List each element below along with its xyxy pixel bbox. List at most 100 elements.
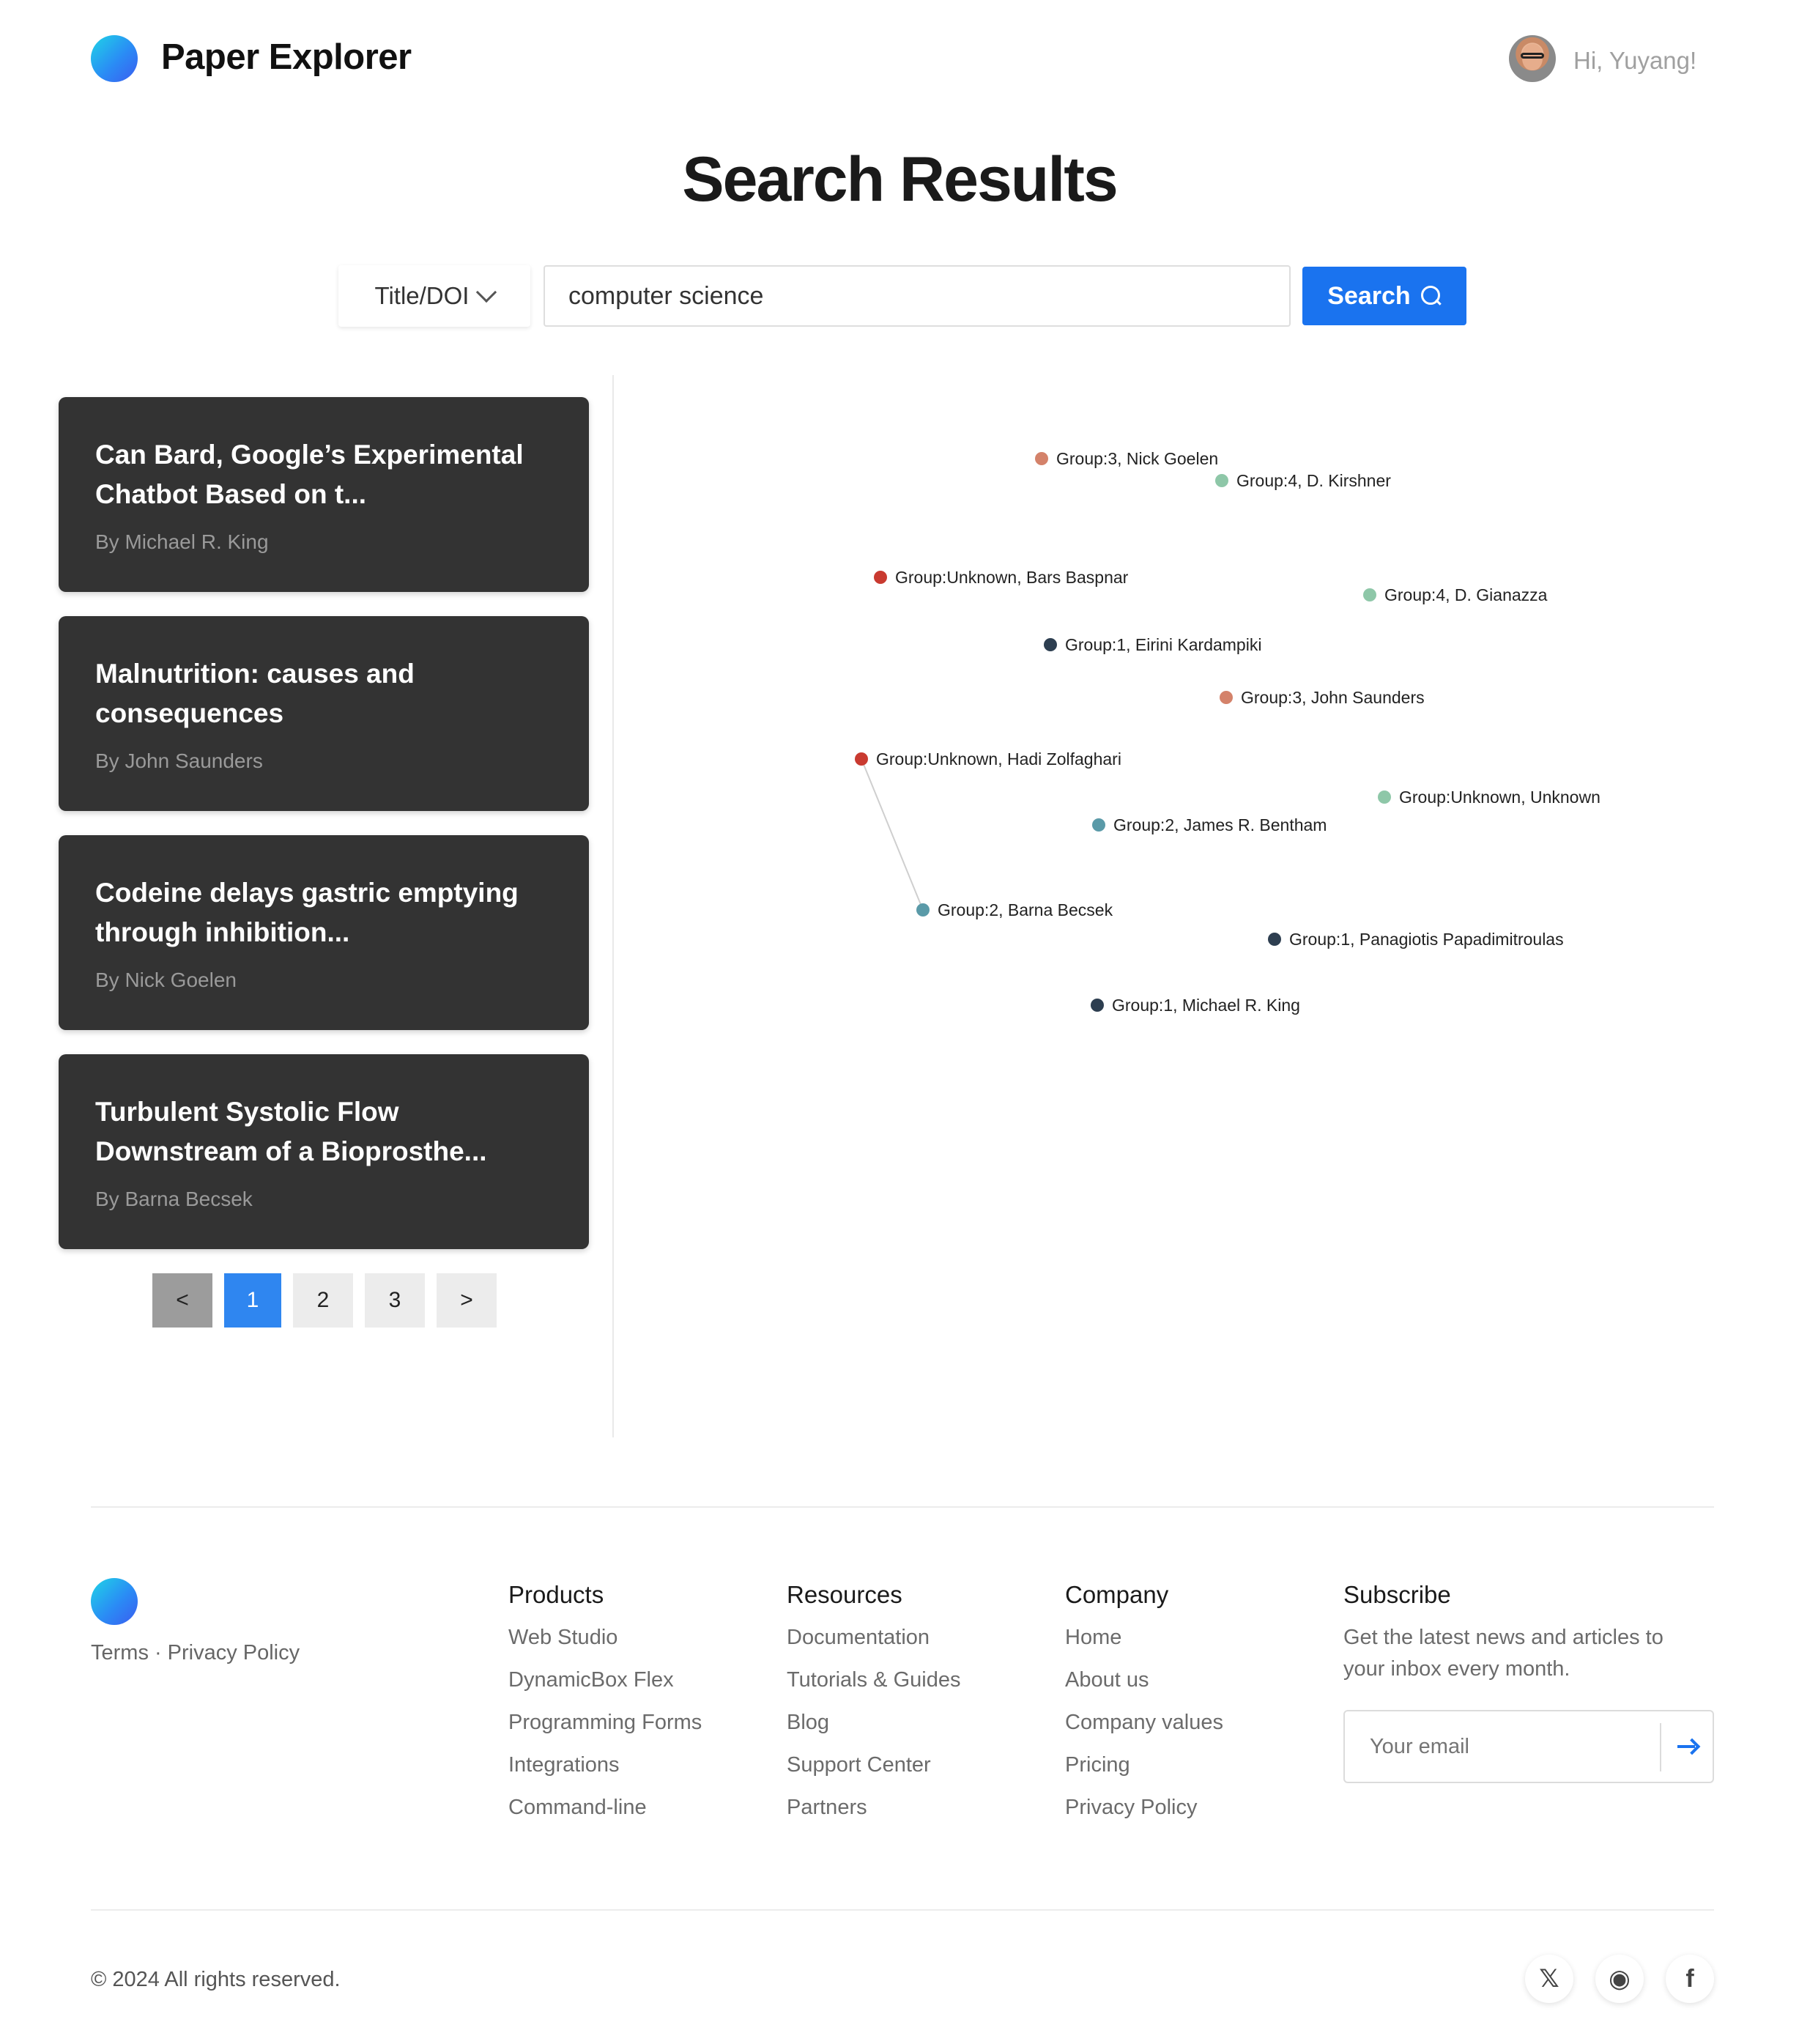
facebook-icon: f [1685,1964,1694,1993]
footer-link[interactable]: Partners [787,1792,960,1834]
footer-column-products: Products Web Studio DynamicBox Flex Prog… [508,1581,702,1834]
pagination-next-button[interactable]: > [437,1273,497,1328]
author-network-svg[interactable]: Group:3, Nick Goelen Group:4, D. Kirshner… [615,375,1799,1437]
graph-node-label: Group:3, Nick Goelen [1056,449,1218,468]
email-separator [1660,1723,1661,1771]
footer-column-heading: Company [1065,1581,1169,1608]
graph-node-label: Group:1, Eirini Kardampiki [1065,635,1261,654]
result-author: By Michael R. King [95,530,269,553]
terms-link[interactable]: Terms [91,1641,149,1665]
footer-link[interactable]: Home [1065,1622,1223,1665]
search-button[interactable]: Search [1302,267,1466,325]
top-header: Paper Explorer Hi, Yuyang! [0,0,1799,117]
results-list: Can Bard, Google’s Experimental Chatbot … [59,397,589,1273]
search-button-label: Search [1327,281,1411,310]
footer-link[interactable]: Documentation [787,1622,960,1665]
result-card[interactable]: Malnutrition: causes and consequences By… [59,616,589,811]
graph-node[interactable] [1091,999,1104,1012]
footer-logo-icon[interactable] [91,1578,138,1625]
graph-node[interactable] [1035,452,1048,465]
avatar-glasses [1521,53,1544,59]
brand-name[interactable]: Paper Explorer [161,37,412,78]
legal-separator: · [154,1641,162,1665]
graph-node[interactable] [1220,691,1233,704]
graph-node-label: Group:4, D. Kirshner [1236,471,1391,490]
pagination: < 1 2 3 > [152,1273,497,1328]
footer-link[interactable]: Support Center [787,1749,960,1792]
result-card[interactable]: Turbulent Systolic Flow Downstream of a … [59,1054,589,1249]
subscribe-submit-button[interactable] [1663,1711,1713,1782]
result-title: Codeine delays gastric emptying through … [95,878,519,947]
footer-link[interactable]: Tutorials & Guides [787,1665,960,1707]
search-input[interactable] [544,265,1291,327]
graph-node[interactable] [1378,790,1391,804]
graph-node-label: Group:2, Barna Becsek [938,900,1113,919]
graph-node-label: Group:3, John Saunders [1241,688,1425,707]
graph-node[interactable] [1092,818,1105,832]
x-social-button[interactable]: 𝕏 [1525,1955,1573,2003]
footer-link[interactable]: Pricing [1065,1749,1223,1792]
footer-divider-bottom [91,1909,1714,1911]
footer-column-company: Company Home About us Company values Pri… [1065,1581,1223,1834]
footer-link[interactable]: About us [1065,1665,1223,1707]
graph-node-label: Group:Unknown, Bars Baspnar [895,568,1129,587]
search-type-label: Title/DOI [374,282,470,309]
privacy-policy-link[interactable]: Privacy Policy [168,1641,300,1665]
subscribe-form [1343,1710,1714,1783]
x-icon: 𝕏 [1539,1965,1559,1993]
subscribe-heading: Subscribe [1343,1581,1451,1608]
graph-node-label: Group:2, James R. Bentham [1113,815,1327,834]
chevron-down-icon [476,281,497,303]
graph-node[interactable] [916,903,930,917]
user-avatar[interactable] [1509,35,1556,82]
subscribe-text: Get the latest news and articles to your… [1343,1626,1663,1681]
result-author: By John Saunders [95,749,263,772]
graph-node[interactable] [1215,474,1228,487]
vertical-divider [612,375,614,1437]
footer-legal-links: Terms · Privacy Policy [91,1641,300,1665]
graph-node-label: Group:4, D. Gianazza [1384,585,1548,604]
user-greeting: Hi, Yuyang! [1573,47,1697,74]
graph-node-label: Group:Unknown, Hadi Zolfaghari [876,749,1121,769]
footer-column-heading: Products [508,1581,604,1608]
pagination-page-1[interactable]: 1 [224,1273,281,1328]
footer-link[interactable]: Web Studio [508,1622,702,1665]
page-title: Search Results [682,144,1118,215]
footer-link[interactable]: Company values [1065,1707,1223,1749]
footer-divider-top [91,1506,1714,1508]
graph-node[interactable] [855,752,868,766]
graph-node[interactable] [1268,933,1281,946]
footer-link[interactable]: Integrations [508,1749,702,1792]
pagination-page-2[interactable]: 2 [293,1273,353,1328]
search-type-dropdown[interactable]: Title/DOI [338,265,530,327]
result-author: By Nick Goelen [95,969,237,991]
footer-link[interactable]: Privacy Policy [1065,1792,1223,1834]
graph-node[interactable] [1363,588,1376,601]
brand-logo-icon[interactable] [91,35,138,82]
graph-node[interactable] [1044,638,1057,651]
result-title: Malnutrition: causes and consequences [95,659,415,728]
github-icon: ◉ [1609,1965,1631,1993]
result-title: Turbulent Systolic Flow Downstream of a … [95,1097,487,1166]
copyright-text: © 2024 All rights reserved. [91,1968,341,1991]
facebook-social-button[interactable]: f [1666,1955,1714,2003]
footer-link[interactable]: DynamicBox Flex [508,1665,702,1707]
graph-node-label: Group:1, Michael R. King [1112,996,1300,1015]
pagination-page-3[interactable]: 3 [365,1273,425,1328]
result-card[interactable]: Can Bard, Google’s Experimental Chatbot … [59,397,589,592]
graph-node[interactable] [874,571,887,584]
result-title: Can Bard, Google’s Experimental Chatbot … [95,440,524,509]
footer-link[interactable]: Blog [787,1707,960,1749]
author-network-graph[interactable]: Group:3, Nick Goelen Group:4, D. Kirshner… [615,375,1799,1437]
result-card[interactable]: Codeine delays gastric emptying through … [59,835,589,1030]
github-social-button[interactable]: ◉ [1595,1955,1644,2003]
graph-node-label: Group:Unknown, Unknown [1399,788,1600,807]
email-field[interactable] [1345,1711,1660,1782]
footer-link[interactable]: Programming Forms [508,1707,702,1749]
arrow-right-icon [1677,1739,1698,1754]
pagination-prev-button[interactable]: < [152,1273,212,1328]
graph-edge [861,758,924,911]
graph-node-label: Group:1, Panagiotis Papadimitroulas [1289,930,1564,949]
search-icon [1420,286,1442,306]
footer-link[interactable]: Command-line [508,1792,702,1834]
